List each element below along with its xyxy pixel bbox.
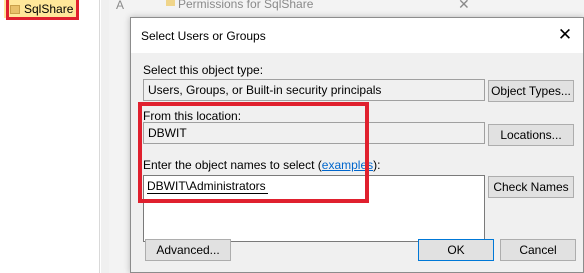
examples-link[interactable]: examples (322, 158, 373, 172)
location-field: DBWIT (143, 122, 485, 144)
background-text: A (116, 0, 125, 12)
locations-button[interactable]: Locations... (488, 124, 574, 146)
object-types-button[interactable]: Object Types... (488, 80, 574, 102)
select-users-dialog: Select Users or Groups ✕ Select this obj… (130, 17, 584, 273)
object-type-label: Select this object type: (143, 63, 264, 77)
object-names-label: Enter the object names to select (exampl… (143, 158, 381, 172)
close-button[interactable]: ✕ (555, 25, 575, 45)
close-icon[interactable]: ✕ (458, 0, 470, 13)
object-type-field: Users, Groups, or Built-in security prin… (143, 79, 485, 101)
background-window-title: Permissions for SqlShare (178, 0, 314, 11)
dialog-titlebar: Select Users or Groups ✕ (131, 18, 583, 53)
navigation-pane: SqlShare (0, 0, 100, 273)
location-label: From this location: (143, 109, 242, 123)
object-names-input[interactable]: DBWIT\Administrators (143, 175, 485, 242)
dialog-title: Select Users or Groups (141, 29, 266, 43)
annotation-highlight-tree (6, 0, 79, 20)
advanced-button[interactable]: Advanced... (145, 239, 231, 261)
ok-button[interactable]: OK (418, 239, 494, 261)
check-names-button[interactable]: Check Names (488, 176, 574, 198)
folder-icon (166, 0, 175, 6)
object-names-value: DBWIT\Administrators (147, 179, 268, 194)
pane-divider (101, 0, 109, 273)
cancel-button[interactable]: Cancel (500, 239, 576, 261)
